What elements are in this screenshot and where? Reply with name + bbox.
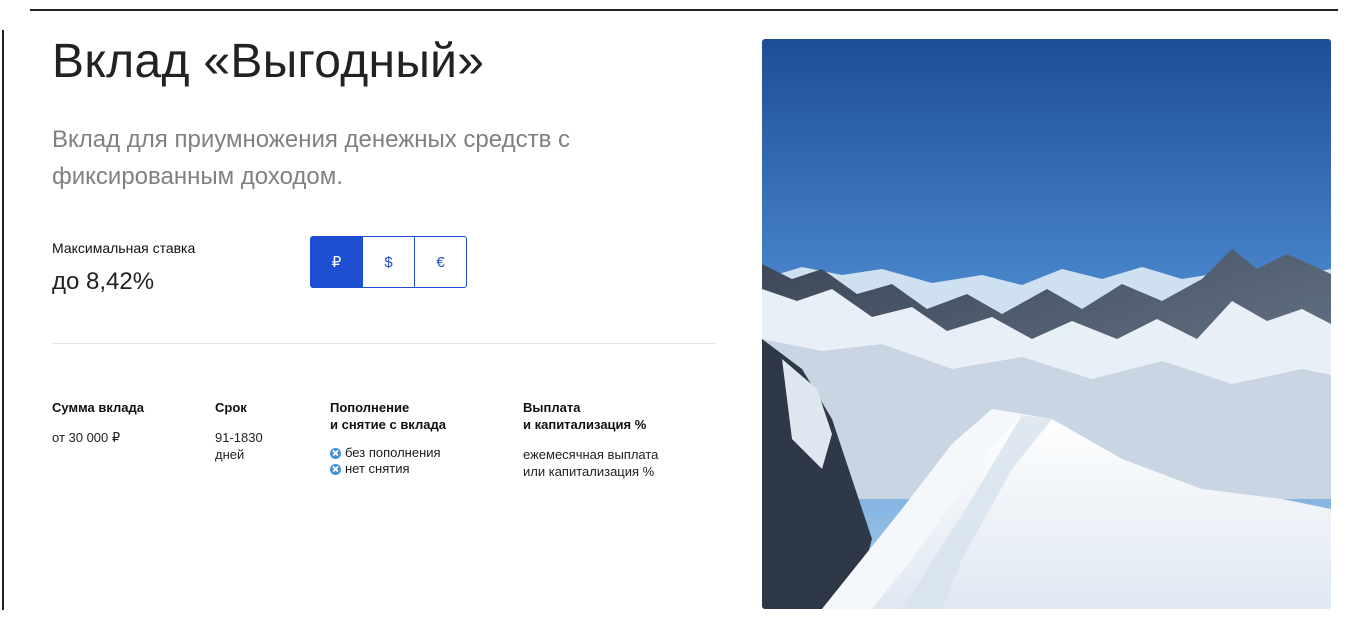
term-value: 91-1830 дней (215, 429, 315, 463)
page-title: Вклад «Выгодный» (52, 35, 485, 88)
currency-eur-button[interactable]: € (414, 236, 467, 288)
term-value-line: 91-1830 (215, 430, 263, 445)
max-rate-value: до 8,42% (52, 268, 155, 295)
replenishment-label-line: Пополнение (330, 400, 410, 415)
x-circle-icon (330, 447, 341, 459)
no-withdrawal-item: нет снятия (330, 461, 510, 477)
mountain-photo (762, 39, 1331, 609)
term-column: Срок 91-1830 дней (215, 399, 315, 463)
top-border (30, 9, 1338, 11)
divider (52, 343, 715, 344)
term-value-line: дней (215, 447, 245, 462)
amount-label: Сумма вклада (52, 400, 144, 415)
amount-column: Сумма вклада от 30 000 ₽ (52, 399, 202, 446)
payout-column: Выплата и капитализация % ежемесячная вы… (523, 399, 723, 480)
currency-switcher: ₽ $ € (310, 236, 467, 288)
payout-label: Выплата и капитализация % (523, 399, 723, 433)
x-circle-icon (330, 463, 341, 475)
mountain-illustration (762, 39, 1331, 609)
payout-value: ежемесячная выплата или капитализация % (523, 446, 723, 480)
page-subtitle: Вклад для приумножения денежных средств … (52, 126, 571, 190)
currency-usd-button[interactable]: $ (362, 236, 415, 288)
currency-rub-button[interactable]: ₽ (310, 236, 363, 288)
payout-value-line: или капитализация % (523, 464, 655, 479)
no-withdrawal-text: нет снятия (345, 461, 410, 476)
no-replenishment-text: без пополнения (345, 445, 441, 460)
left-border (2, 30, 4, 610)
replenishment-column: Пополнение и снятие с вклада без пополне… (330, 399, 510, 477)
replenishment-items: без пополнения нет снятия (330, 445, 510, 477)
payout-label-line: и капитализация % (523, 417, 647, 432)
amount-value: от 30 000 ₽ (52, 430, 121, 445)
payout-label-line: Выплата (523, 400, 581, 415)
max-rate-label: Максимальная ставка (52, 240, 196, 256)
payout-value-line: ежемесячная выплата (523, 447, 659, 462)
replenishment-label-line: и снятие с вклада (330, 417, 446, 432)
term-label: Срок (215, 400, 247, 415)
replenishment-label: Пополнение и снятие с вклада (330, 399, 510, 433)
no-replenishment-item: без пополнения (330, 445, 510, 461)
